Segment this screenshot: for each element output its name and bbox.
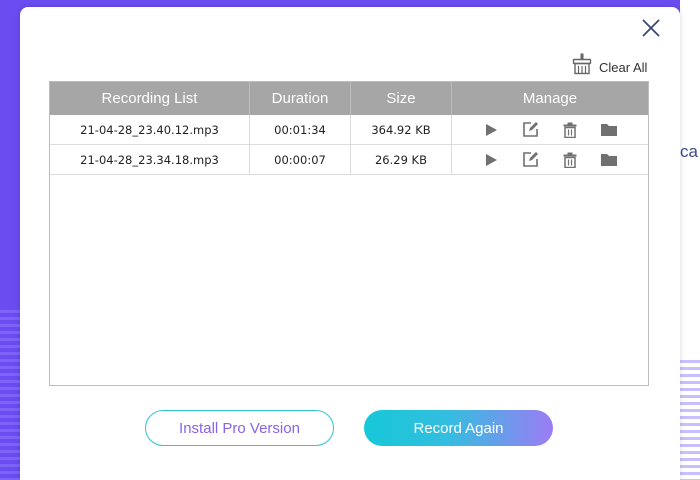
recording-list-dialog: Clear All Recording List Duration Size M…: [20, 7, 680, 480]
background-stripes-left: [0, 310, 22, 480]
recording-size: 364.92 KB: [351, 115, 452, 144]
recording-name: 21-04-28_23.40.12.mp3: [50, 115, 250, 144]
edit-icon[interactable]: [521, 151, 539, 169]
trash-icon[interactable]: [561, 151, 579, 169]
manage-cell: [452, 145, 648, 174]
close-icon: [642, 19, 660, 37]
recording-table: Recording List Duration Size Manage 21-0…: [49, 81, 649, 386]
play-icon[interactable]: [482, 151, 500, 169]
record-again-button[interactable]: Record Again: [364, 410, 553, 446]
play-icon[interactable]: [482, 121, 500, 139]
recording-name: 21-04-28_23.34.18.mp3: [50, 145, 250, 174]
recording-duration: 00:00:07: [250, 145, 351, 174]
install-pro-version-button[interactable]: Install Pro Version: [145, 410, 334, 446]
background-text: ca: [680, 142, 698, 161]
background-stripes-right: [680, 360, 700, 480]
table-header: Recording List Duration Size Manage: [50, 82, 648, 115]
table-row[interactable]: 21-04-28_23.34.18.mp3 00:00:07 26.29 KB: [50, 145, 648, 175]
clear-all-button[interactable]: Clear All: [572, 52, 647, 76]
header-manage: Manage: [522, 90, 578, 107]
recording-duration: 00:01:34: [250, 115, 351, 144]
recording-size: 26.29 KB: [351, 145, 452, 174]
trash-icon[interactable]: [561, 121, 579, 139]
manage-cell: [452, 115, 648, 144]
table-row[interactable]: 21-04-28_23.40.12.mp3 00:01:34 364.92 KB: [50, 115, 648, 145]
header-duration: Duration: [250, 82, 351, 115]
close-button[interactable]: [640, 17, 662, 39]
clear-all-label: Clear All: [599, 59, 648, 75]
folder-icon[interactable]: [600, 121, 618, 139]
folder-icon[interactable]: [600, 151, 618, 169]
edit-icon[interactable]: [521, 121, 539, 139]
header-recording-list: Recording List: [50, 82, 250, 115]
header-size: Size: [351, 82, 452, 115]
broom-icon: [572, 53, 592, 75]
